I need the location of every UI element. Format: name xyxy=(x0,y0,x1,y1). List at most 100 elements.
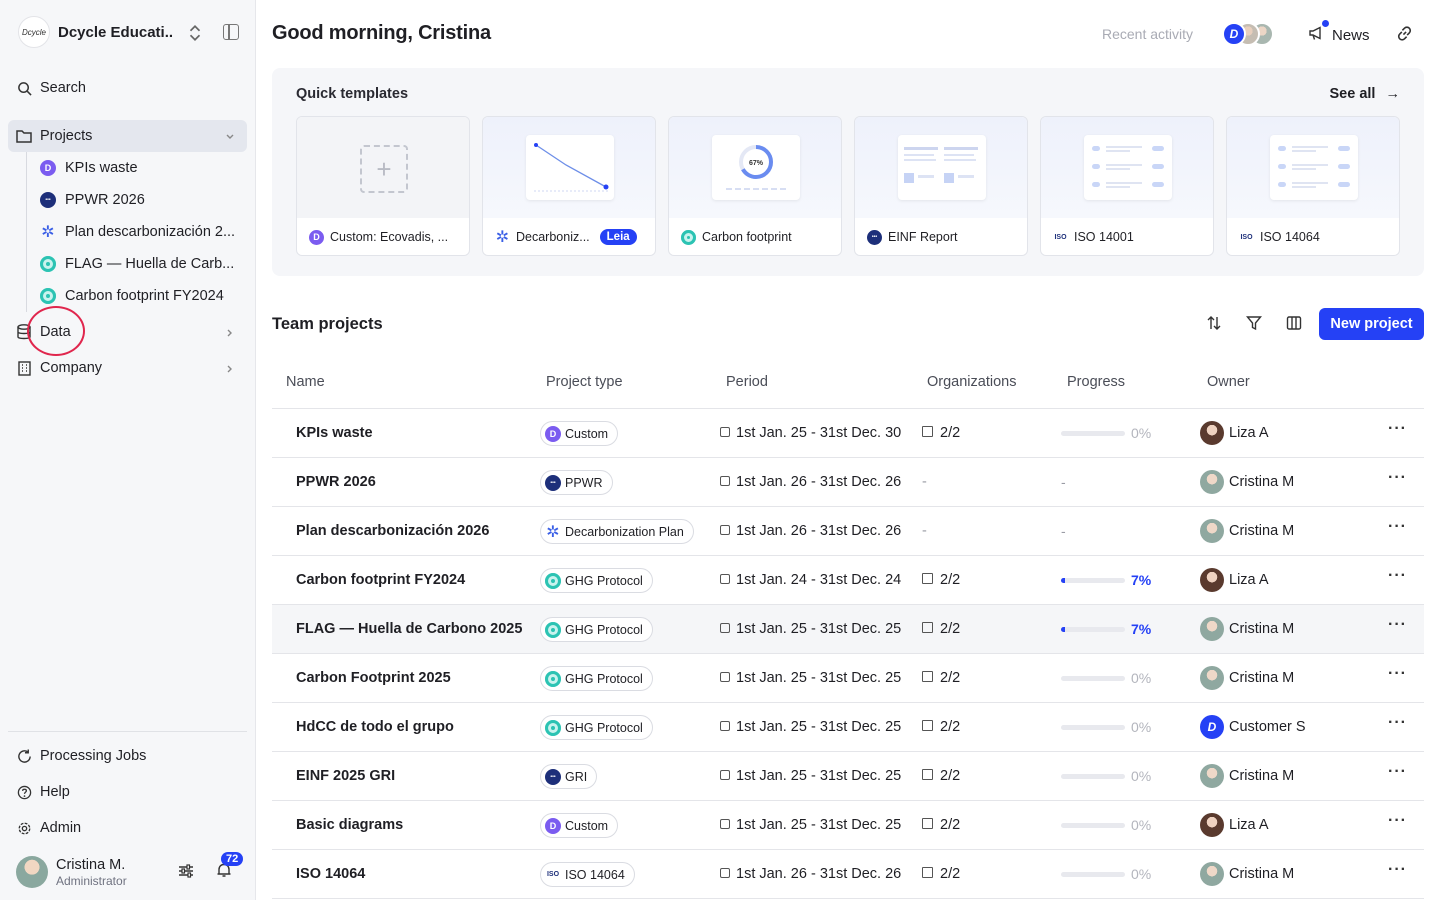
org-switcher[interactable]: Dcycle Dcycle Educati... xyxy=(18,16,248,48)
sidebar-item-company[interactable]: Company xyxy=(8,352,247,384)
template-card[interactable]: ISO ISO 14001 xyxy=(1040,116,1214,256)
sidebar-item-search[interactable]: Search xyxy=(8,72,247,104)
see-all-label: See all xyxy=(1329,86,1376,102)
project-name[interactable]: FLAG — Huella de Carbono 2025 xyxy=(296,621,522,637)
chevron-up-down-icon[interactable] xyxy=(188,24,202,42)
template-card[interactable]: ••• EINF Report xyxy=(854,116,1028,256)
project-period: 1st Jan. 25 - 31st Dec. 25 xyxy=(720,817,901,833)
sidebar-project-item[interactable]: Carbon footprint FY2024 xyxy=(40,282,240,310)
more-options-icon[interactable]: ··· xyxy=(1388,616,1407,634)
sidebar-project-item[interactable]: ••• PPWR 2026 xyxy=(40,186,240,214)
news-button[interactable]: News xyxy=(1308,25,1370,45)
template-thumbnail xyxy=(1041,117,1213,218)
user-name: Cristina M. xyxy=(56,857,126,873)
custom-template-icon: D xyxy=(309,229,324,245)
more-options-icon[interactable]: ··· xyxy=(1388,665,1407,683)
project-period: 1st Jan. 25 - 31st Dec. 25 xyxy=(720,670,901,686)
table-row[interactable]: HdCC de todo el grupo GHG Protocol 1st Jan… xyxy=(272,703,1424,752)
table-row[interactable]: PPWR 2026 ••• PPWR 1st Jan. 26 - 31st Dec. … xyxy=(272,458,1424,507)
page-title: Good morning, Cristina xyxy=(272,22,491,44)
template-card[interactable]: 67% Carbon footprint xyxy=(668,116,842,256)
project-name[interactable]: Basic diagrams xyxy=(296,817,403,833)
sidebar-item-processing-jobs[interactable]: Processing Jobs xyxy=(8,740,247,772)
news-label: News xyxy=(1332,26,1370,44)
sidebar-item-label: Admin xyxy=(40,820,82,836)
project-name[interactable]: ISO 14064 xyxy=(296,866,365,882)
sidebar-project-label: PPWR 2026 xyxy=(65,192,145,208)
table-row[interactable]: ISO 14064 ISO ISO 14064 1st Jan. 26 - 31st … xyxy=(272,850,1424,899)
more-options-icon[interactable]: ··· xyxy=(1388,763,1407,781)
sidebar-project-item[interactable]: ✲ Plan descarbonización 2... xyxy=(40,218,240,246)
sliders-icon[interactable] xyxy=(178,864,194,883)
more-options-icon[interactable]: ··· xyxy=(1388,714,1407,732)
period-label: 1st Jan. 25 - 31st Dec. 25 xyxy=(736,621,902,637)
template-card[interactable]: ✲ Decarboniz... Leia xyxy=(482,116,656,256)
column-header-name[interactable]: Name xyxy=(286,374,325,390)
sidebar-collapse-icon[interactable] xyxy=(223,24,239,40)
ppwr-icon: ••• xyxy=(545,474,561,491)
project-name[interactable]: PPWR 2026 xyxy=(296,474,376,490)
period-label: 1st Jan. 26 - 31st Dec. 26 xyxy=(736,523,902,539)
project-type-label: GRI xyxy=(565,769,588,784)
organizations-label: - xyxy=(922,474,927,490)
link-icon[interactable] xyxy=(1396,25,1413,47)
more-options-icon[interactable]: ··· xyxy=(1388,469,1407,487)
custom-template-icon: D xyxy=(40,160,56,176)
column-header-progress[interactable]: Progress xyxy=(1067,374,1125,390)
more-options-icon[interactable]: ··· xyxy=(1388,420,1407,438)
recent-activity-link[interactable]: Recent activity xyxy=(1102,26,1193,42)
avatar xyxy=(1200,862,1224,886)
template-card[interactable]: + D Custom: Ecovadis, ... xyxy=(296,116,470,256)
project-name[interactable]: Plan descarbonización 2026 xyxy=(296,523,489,539)
project-name[interactable]: EINF 2025 GRI xyxy=(296,768,395,784)
column-header-owner[interactable]: Owner xyxy=(1207,374,1250,390)
template-thumbnail: 67% xyxy=(669,117,841,218)
sort-icon[interactable] xyxy=(1206,315,1222,336)
column-header-period[interactable]: Period xyxy=(726,374,768,390)
project-owner: Liza A xyxy=(1200,568,1269,592)
project-owner: Cristina M xyxy=(1200,764,1294,788)
filter-icon[interactable] xyxy=(1246,315,1262,336)
more-options-icon[interactable]: ··· xyxy=(1388,567,1407,585)
project-period: 1st Jan. 25 - 31st Dec. 30 xyxy=(720,425,901,441)
sidebar-project-item[interactable]: FLAG — Huella de Carb... xyxy=(40,250,240,278)
project-name[interactable]: Carbon footprint FY2024 xyxy=(296,572,465,588)
custom-template-icon: D xyxy=(545,425,561,442)
table-row[interactable]: KPIs waste D Custom 1st Jan. 25 - 31st Dec.… xyxy=(272,409,1424,458)
sidebar-item-help[interactable]: Help xyxy=(8,776,247,808)
template-thumbnail: + xyxy=(297,117,469,218)
team-projects-title: Team projects xyxy=(272,315,383,333)
sidebar-project-item[interactable]: D KPIs waste xyxy=(40,154,240,182)
column-header-organizations[interactable]: Organizations xyxy=(927,374,1016,390)
project-name[interactable]: HdCC de todo el grupo xyxy=(296,719,454,735)
user-profile[interactable]: Cristina M. Administrator 72 xyxy=(16,852,246,890)
project-type-tag: ISO ISO 14064 xyxy=(540,862,635,887)
team-avatars[interactable]: D xyxy=(1222,22,1286,46)
more-options-icon[interactable]: ··· xyxy=(1388,812,1407,830)
sidebar-item-projects[interactable]: Projects xyxy=(8,120,247,152)
see-all-link[interactable]: See all → xyxy=(1330,86,1400,102)
column-header-type[interactable]: Project type xyxy=(546,374,623,390)
project-type-tag: GHG Protocol xyxy=(540,715,653,740)
sidebar-item-admin[interactable]: Admin xyxy=(8,812,247,844)
columns-icon[interactable] xyxy=(1286,315,1302,336)
owner-name: Cristina M xyxy=(1229,670,1295,686)
project-name[interactable]: KPIs waste xyxy=(296,425,373,441)
table-row[interactable]: FLAG — Huella de Carbono 2025 GHG Protoco… xyxy=(272,605,1424,654)
period-label: 1st Jan. 26 - 31st Dec. 26 xyxy=(736,866,902,882)
table-row[interactable]: Plan descarbonización 2026 ✲ Decarbonizati… xyxy=(272,507,1424,556)
project-progress: 0% xyxy=(1061,670,1161,688)
more-options-icon[interactable]: ··· xyxy=(1388,861,1407,879)
table-row[interactable]: EINF 2025 GRI ••• GRI 1st Jan. 25 - 31st De… xyxy=(272,752,1424,801)
template-card[interactable]: ISO ISO 14064 xyxy=(1226,116,1400,256)
project-name[interactable]: Carbon Footprint 2025 xyxy=(296,670,451,686)
more-options-icon[interactable]: ··· xyxy=(1388,518,1407,536)
project-type-label: Custom xyxy=(565,426,609,441)
new-project-button[interactable]: New project xyxy=(1319,308,1424,340)
plus-icon: + xyxy=(360,145,408,193)
table-row[interactable]: Carbon footprint FY2024 GHG Protocol 1st J… xyxy=(272,556,1424,605)
table-row[interactable]: Basic diagrams D Custom 1st Jan. 25 - 31st … xyxy=(272,801,1424,850)
building-icon xyxy=(922,818,933,829)
refresh-icon xyxy=(16,748,32,764)
table-row[interactable]: Carbon Footprint 2025 GHG Protocol 1st Jan… xyxy=(272,654,1424,703)
